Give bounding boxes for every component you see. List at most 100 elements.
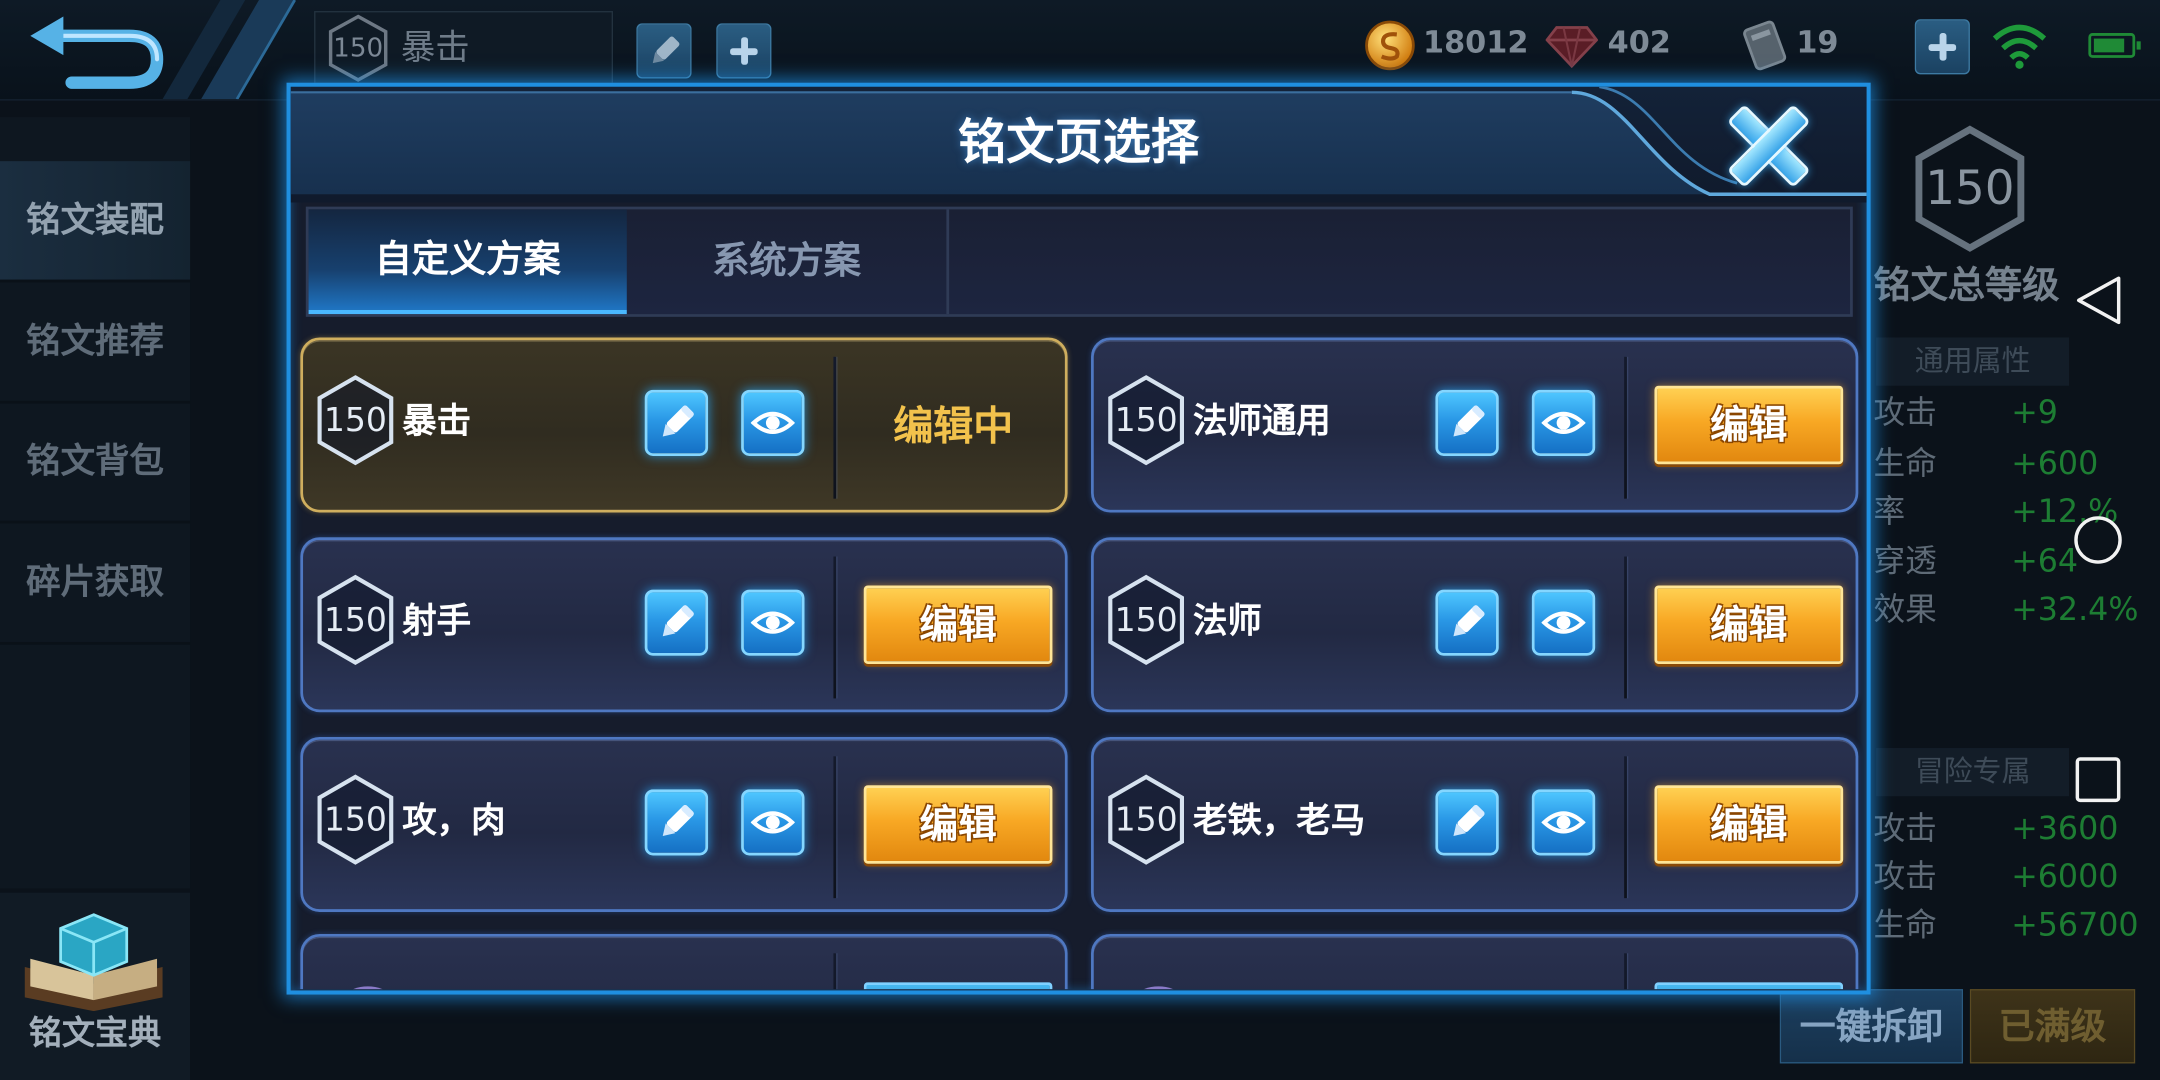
maxed-button[interactable]: 已满级	[1969, 989, 2136, 1064]
gold-coin-icon	[1365, 20, 1415, 71]
pencil-icon	[662, 605, 694, 637]
page-card[interactable]: 150 法师 编辑	[1091, 537, 1859, 713]
page-icon-partial	[1144, 986, 1173, 990]
codex-button[interactable]: 铭文宝典	[0, 892, 191, 1080]
hexagon-icon: 150	[314, 773, 397, 867]
hexagon-icon: 150	[314, 573, 397, 667]
sidebar-item-backpack[interactable]: 铭文背包	[0, 402, 191, 524]
rename-button[interactable]	[1435, 789, 1499, 856]
rename-page-button[interactable]	[636, 23, 692, 79]
card-divider	[1624, 953, 1627, 990]
preview-button[interactable]	[741, 789, 805, 856]
card-divider	[1624, 356, 1627, 499]
general-attributes-header: 通用属性	[1876, 337, 2070, 386]
page-name: 射手	[402, 600, 472, 641]
recharge-button[interactable]	[1914, 19, 1970, 75]
rename-button[interactable]	[644, 789, 709, 856]
preview-button[interactable]	[1531, 789, 1596, 856]
stat-value: +56700	[2011, 907, 2139, 944]
pencil-icon	[1453, 605, 1485, 637]
eye-icon	[750, 811, 795, 834]
page-name: 攻，肉	[402, 800, 506, 841]
tab-bar: 自定义方案 系统方案	[305, 206, 1853, 317]
page-card[interactable]: 150 暴击 编辑中	[300, 337, 1068, 513]
back-arrow-icon[interactable]	[11, 8, 174, 93]
rename-button[interactable]	[644, 589, 709, 656]
nav-home-icon[interactable]	[2074, 516, 2122, 564]
card-divider	[833, 756, 837, 899]
page-list[interactable]: 150 暴击 编辑中 150 法师通用 编辑 150 射手 编辑 150 法师 编辑 150 攻，肉 编辑 1…	[291, 320, 1867, 990]
diamond-icon	[1545, 26, 1598, 69]
sidebar-item-equip[interactable]: 铭文装配	[0, 161, 191, 283]
tab-custom-plans[interactable]: 自定义方案	[308, 209, 627, 315]
tab-system-plans[interactable]: 系统方案	[627, 209, 950, 315]
total-level: 150	[1925, 161, 2015, 217]
preview-button[interactable]	[1531, 389, 1596, 456]
chip-page-name: 暴击	[400, 27, 470, 68]
nav-recents-icon[interactable]	[2075, 757, 2121, 803]
hexagon-icon: 150	[1105, 773, 1188, 867]
rename-button[interactable]	[1435, 589, 1499, 656]
eye-icon	[1541, 611, 1586, 634]
stat-name: 率	[1873, 494, 1906, 531]
book-icon	[24, 913, 163, 1012]
card-divider	[833, 556, 837, 699]
page-name: 老铁，老马	[1192, 800, 1366, 841]
eye-icon	[1541, 411, 1586, 434]
sidebar: 铭文装配 铭文推荐 铭文背包 碎片获取	[0, 117, 191, 889]
page-card[interactable]: 150 老铁，老马 编辑	[1091, 736, 1859, 912]
preview-button[interactable]	[741, 389, 805, 456]
stat-name: 攻击	[1873, 811, 1937, 848]
header-decoration	[162, 0, 296, 100]
stat-value: +9	[2011, 395, 2058, 432]
dialog-title: 铭文页选择	[958, 115, 1200, 171]
hexagon-icon: 150	[1105, 573, 1188, 667]
page-level: 150	[323, 400, 387, 440]
current-page-chip[interactable]: 150 暴击	[314, 11, 614, 86]
card-button-partial[interactable]	[1654, 982, 1844, 990]
card-button-partial[interactable]	[863, 982, 1053, 990]
edit-button[interactable]: 编辑	[1654, 585, 1844, 664]
voucher-amount: 19	[1796, 26, 1839, 61]
pencil-icon	[1453, 805, 1485, 837]
stat-name: 攻击	[1873, 859, 1937, 896]
page-icon-partial	[353, 986, 383, 990]
preview-button[interactable]	[741, 589, 805, 656]
sidebar-item-recommend[interactable]: 铭文推荐	[0, 282, 191, 404]
stat-name: 效果	[1873, 592, 1937, 629]
stat-value: +6000	[2011, 859, 2119, 896]
rename-button[interactable]	[1435, 389, 1499, 456]
preview-button[interactable]	[1531, 589, 1596, 656]
edit-button[interactable]: 编辑	[1654, 385, 1844, 465]
rename-button[interactable]	[644, 389, 709, 456]
page-card-partial[interactable]	[1091, 933, 1859, 990]
adventure-attributes-header: 冒险专属	[1876, 748, 2070, 797]
page-name: 暴击	[402, 400, 472, 441]
edit-button[interactable]: 编辑	[863, 585, 1053, 664]
game-screen: 150 暴击 18012 402 19 铭文装配 铭文推荐 铭文背包 碎片获取 …	[0, 0, 2160, 1080]
dialog-header: 铭文页选择	[290, 86, 1867, 203]
eye-icon	[750, 411, 795, 434]
page-name: 法师通用	[1192, 400, 1331, 441]
unload-all-button[interactable]: 一键拆卸	[1779, 989, 1964, 1064]
wifi-icon	[1992, 24, 2047, 69]
page-card[interactable]: 150 法师通用 编辑	[1091, 337, 1859, 513]
close-icon[interactable]	[1726, 104, 1811, 188]
edit-button[interactable]: 编辑	[1654, 785, 1844, 864]
edit-button[interactable]: 编辑	[863, 785, 1053, 864]
sidebar-item-fragments[interactable]: 碎片获取	[0, 523, 191, 645]
system-nav-bar	[2074, 276, 2122, 803]
stat-name: 生命	[1873, 907, 1937, 944]
pencil-icon	[662, 805, 694, 837]
add-page-button[interactable]	[716, 23, 772, 79]
eye-icon	[750, 611, 795, 634]
hexagon-icon: 150	[326, 14, 389, 83]
page-card-partial[interactable]	[300, 933, 1068, 990]
page-name: 法师	[1192, 600, 1262, 641]
page-card[interactable]: 150 射手 编辑	[300, 537, 1068, 713]
page-card[interactable]: 150 攻，肉 编辑	[300, 736, 1068, 912]
page-level: 150	[323, 800, 387, 839]
pencil-icon	[662, 405, 694, 437]
pencil-icon	[1453, 405, 1485, 437]
nav-back-icon[interactable]	[2077, 276, 2121, 325]
